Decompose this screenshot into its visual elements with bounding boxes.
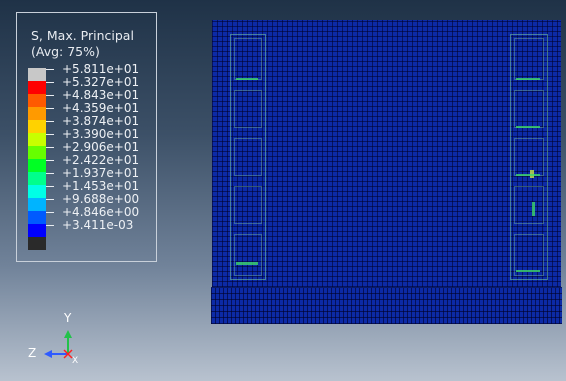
legend-swatch — [28, 237, 46, 250]
stress-hotspot — [516, 78, 540, 80]
legend-swatch — [28, 133, 46, 146]
legend-swatch — [28, 120, 46, 133]
left-cell — [234, 38, 262, 80]
legend-tick — [46, 199, 54, 200]
stress-hotspot — [532, 202, 535, 216]
right-cell — [514, 138, 544, 176]
axis-triad: Y Z X — [22, 308, 82, 368]
legend-swatch — [28, 146, 46, 159]
left-cell — [234, 138, 262, 176]
legend-tick — [46, 69, 54, 70]
legend-panel: S, Max. Principal (Avg: 75%) +5.811e+01 +… — [16, 12, 157, 262]
right-cell — [514, 186, 544, 224]
axis-z-label: Z — [28, 346, 37, 360]
stress-hotspot — [236, 262, 258, 265]
legend-tick — [46, 173, 54, 174]
left-cell — [234, 234, 262, 276]
legend-swatch — [28, 94, 46, 107]
legend-tick — [46, 225, 54, 226]
legend-swatch — [28, 81, 46, 94]
legend-swatch — [28, 185, 46, 198]
legend-tick — [46, 134, 54, 135]
legend-swatch — [28, 107, 46, 120]
legend-swatch — [28, 68, 46, 81]
right-cell — [514, 90, 544, 128]
axis-x-label: X — [72, 356, 79, 366]
legend-tick — [46, 160, 54, 161]
left-cell — [234, 90, 262, 128]
legend-tick — [46, 95, 54, 96]
legend-swatch — [28, 224, 46, 237]
legend-subtitle: (Avg: 75%) — [31, 44, 100, 59]
model-base-slab[interactable] — [211, 287, 562, 324]
stress-hotspot — [516, 270, 540, 272]
legend-swatch — [28, 198, 46, 211]
stress-hotspot — [236, 78, 258, 80]
legend-swatch — [28, 172, 46, 185]
axis-y-label: Y — [64, 311, 72, 325]
legend-value-label: +3.411e-03 — [62, 218, 134, 232]
legend-tick — [46, 108, 54, 109]
right-cell — [514, 38, 544, 80]
legend-tick — [46, 186, 54, 187]
stress-hotspot — [516, 126, 540, 128]
legend-tick — [46, 82, 54, 83]
legend-tick — [46, 212, 54, 213]
legend-title: S, Max. Principal — [31, 28, 134, 43]
legend-swatch — [28, 159, 46, 172]
model-mesh[interactable] — [212, 20, 561, 287]
legend-swatch — [28, 211, 46, 224]
left-cell — [234, 186, 262, 224]
legend-tick — [46, 121, 54, 122]
stress-hotspot — [516, 174, 540, 176]
legend-tick — [46, 147, 54, 148]
